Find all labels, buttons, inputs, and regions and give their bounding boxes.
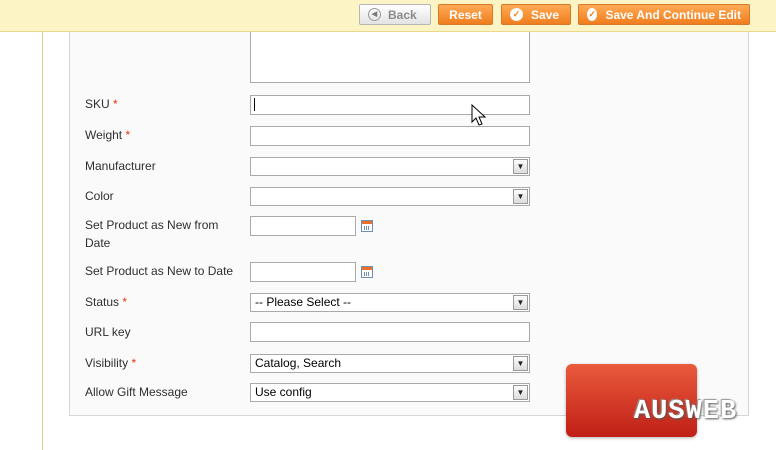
status-select[interactable]: -- Please Select -- ▼ <box>250 293 530 312</box>
sku-input[interactable] <box>250 95 530 115</box>
back-button-label: Back <box>388 7 417 22</box>
toolbar: ◀ Back Reset ✓ Save ✓ Save And Continue … <box>0 0 776 32</box>
save-and-continue-label: Save And Continue Edit <box>605 7 741 22</box>
status-label: Status * <box>85 295 128 309</box>
reset-button[interactable]: Reset <box>438 4 493 25</box>
reset-button-label: Reset <box>449 7 482 22</box>
ausweb-logo-text: AUSWEB <box>634 397 738 427</box>
calendar-icon[interactable] <box>361 266 373 278</box>
save-and-continue-button[interactable]: ✓ Save And Continue Edit <box>578 4 750 25</box>
news-from-date-input[interactable] <box>250 216 356 236</box>
mouse-pointer-icon <box>471 104 487 126</box>
visibility-select[interactable]: Catalog, Search ▼ <box>250 354 530 373</box>
checkmark-icon: ✓ <box>510 8 523 21</box>
chevron-down-icon[interactable]: ▼ <box>513 356 528 371</box>
color-select[interactable]: ▼ <box>250 187 530 206</box>
text-caret <box>254 98 255 111</box>
news-from-date-label: Set Product as New from Date <box>85 218 219 250</box>
visibility-selected-value: Catalog, Search <box>255 356 342 370</box>
gift-message-select[interactable]: Use config ▼ <box>250 383 530 402</box>
back-button[interactable]: ◀ Back <box>359 4 431 25</box>
chevron-down-icon[interactable]: ▼ <box>513 385 528 400</box>
chevron-down-icon[interactable]: ▼ <box>513 189 528 204</box>
chevron-down-icon[interactable]: ▼ <box>513 295 528 310</box>
back-arrow-icon: ◀ <box>368 8 381 21</box>
calendar-icon[interactable] <box>361 220 373 232</box>
gift-message-selected-value: Use config <box>255 385 312 399</box>
weight-label: Weight * <box>85 128 131 142</box>
visibility-label: Visibility * <box>85 356 137 370</box>
manufacturer-select[interactable]: ▼ <box>250 157 530 176</box>
chevron-down-icon[interactable]: ▼ <box>513 159 528 174</box>
sku-label: SKU * <box>85 97 118 111</box>
description-textarea[interactable] <box>250 32 530 83</box>
gift-message-label: Allow Gift Message <box>85 385 188 399</box>
checkmark-icon: ✓ <box>587 8 598 21</box>
color-label: Color <box>85 189 114 203</box>
status-selected-value: -- Please Select -- <box>255 295 352 309</box>
url-key-input[interactable] <box>250 322 530 342</box>
weight-input[interactable] <box>250 126 530 146</box>
manufacturer-label: Manufacturer <box>85 159 156 173</box>
url-key-label: URL key <box>85 325 131 339</box>
save-button-label: Save <box>531 7 560 22</box>
news-to-date-input[interactable] <box>250 262 356 282</box>
news-to-date-label: Set Product as New to Date <box>85 264 234 278</box>
save-button[interactable]: ✓ Save <box>501 4 571 25</box>
sidebar-divider <box>42 32 43 450</box>
